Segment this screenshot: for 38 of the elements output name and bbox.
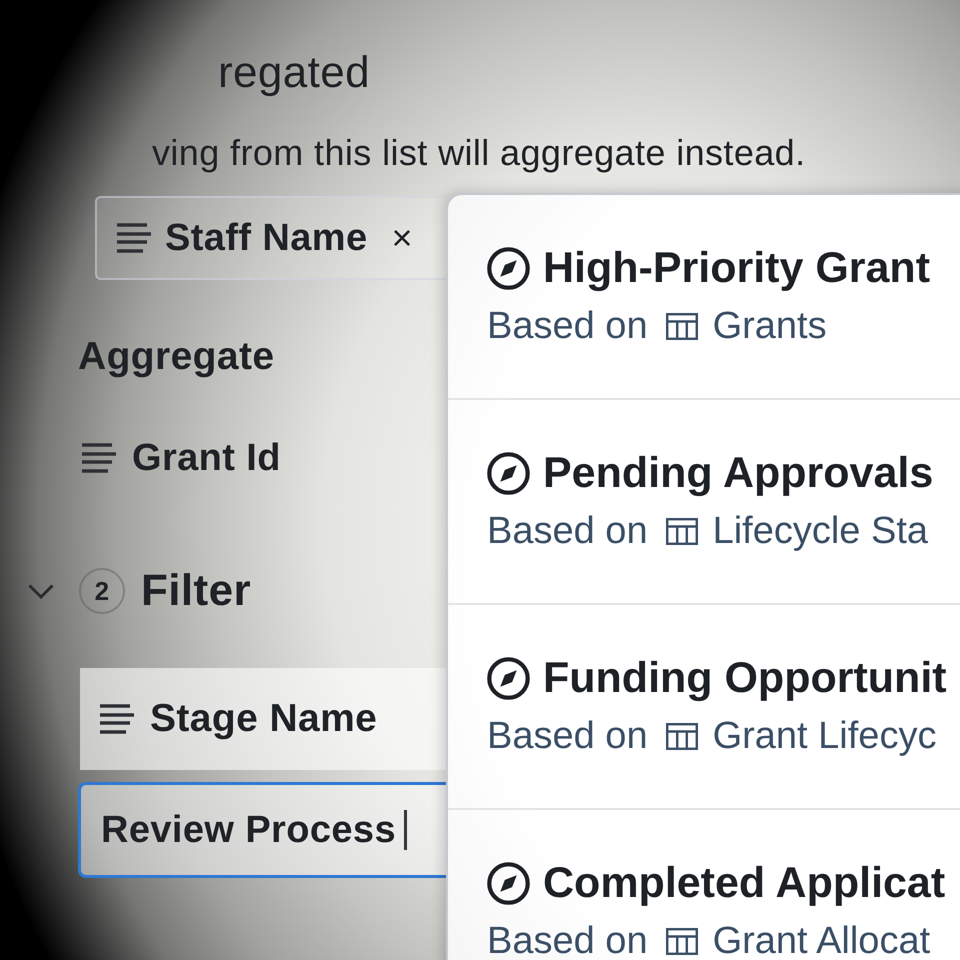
compass-icon: [487, 452, 530, 494]
chevron-down-icon[interactable]: [28, 584, 54, 598]
section-title: Filter: [141, 566, 251, 616]
section-label: Aggregate: [78, 334, 274, 380]
table-name: Grants: [712, 309, 827, 343]
text-lines-icon: [117, 223, 151, 253]
compass-icon: [487, 246, 530, 290]
text-lines-icon: [100, 704, 134, 734]
description-text: ving from this list will aggregate instead.: [152, 131, 806, 175]
item-title: High-Priority Grant: [543, 245, 930, 291]
count-badge: 2: [79, 568, 125, 614]
section-heading: regated: [218, 48, 370, 98]
table-icon: [666, 722, 698, 750]
based-on-label: Based on: [487, 514, 648, 548]
item-title: Funding Opportunit: [543, 655, 947, 701]
item-title: Completed Applicat: [543, 860, 946, 906]
menu-item[interactable]: Completed Applicat Based on Grant Allocat: [448, 810, 960, 960]
based-on-label: Based on: [487, 924, 648, 958]
chip-label: Staff Name: [165, 216, 368, 260]
menu-item[interactable]: Funding Opportunit Based on Grant Lifecyc: [448, 605, 960, 810]
field-select[interactable]: Stage Name: [80, 668, 446, 770]
field-name: Grant Id: [132, 436, 281, 480]
field-chip[interactable]: Staff Name ×: [95, 196, 446, 280]
table-icon: [666, 312, 698, 340]
menu-item[interactable]: High-Priority Grant Based on Grants: [448, 195, 960, 400]
remove-button[interactable]: ×: [390, 220, 415, 256]
item-title: Pending Approvals: [543, 450, 934, 496]
input-field[interactable]: Review Process: [78, 782, 446, 878]
text-lines-icon: [82, 443, 116, 473]
text-cursor-icon: [404, 810, 407, 850]
based-on-label: Based on: [487, 309, 648, 343]
table-icon: [666, 518, 698, 544]
menu-item[interactable]: Pending Approvals Based on Lifecycle Sta: [448, 400, 960, 605]
compass-icon: [487, 656, 530, 700]
table-icon: [666, 928, 698, 954]
based-on-label: Based on: [487, 719, 648, 753]
table-name: Grant Allocat: [712, 924, 930, 958]
compass-icon: [487, 862, 530, 904]
